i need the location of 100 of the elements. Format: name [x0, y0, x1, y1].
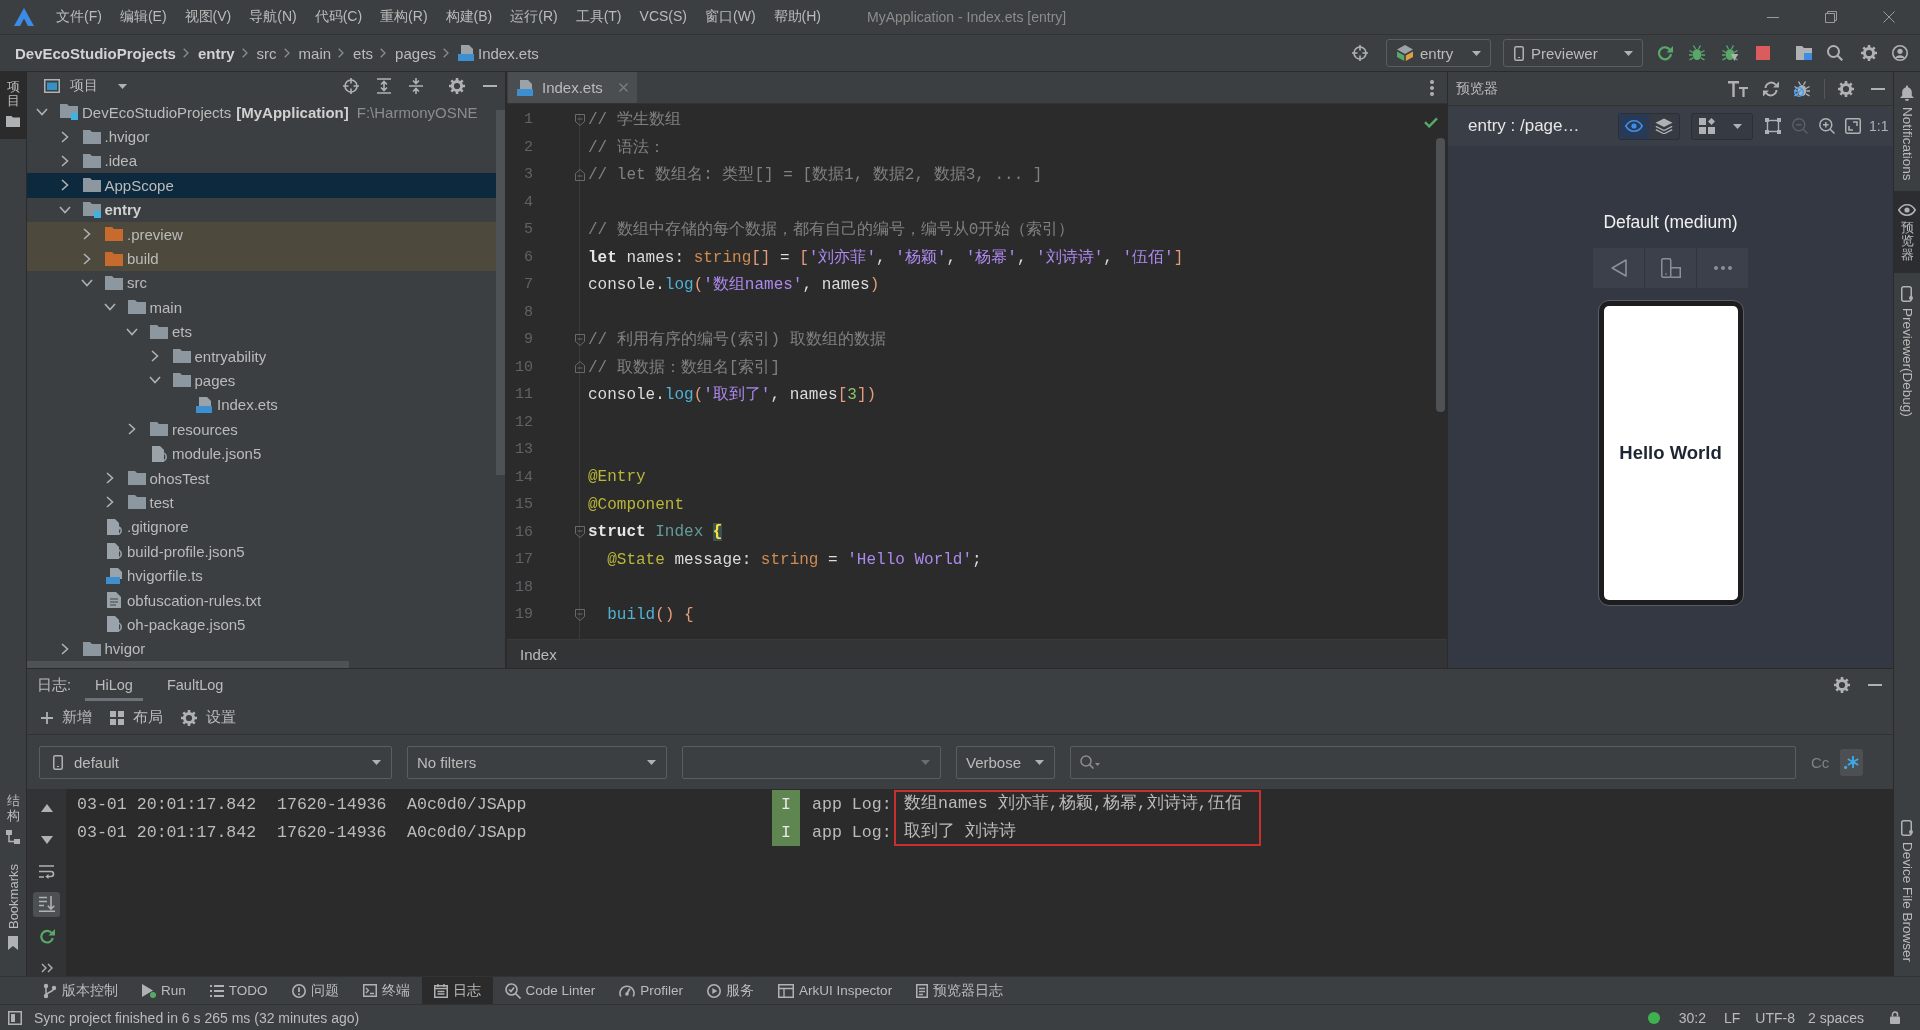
tool-window-tab[interactable]: Code Linter [492, 977, 608, 1004]
chevron-right-icon[interactable] [60, 130, 69, 143]
fold-icon[interactable] [575, 168, 585, 181]
level-dropdown[interactable]: Verbose [956, 745, 1055, 779]
search-field[interactable] [1070, 745, 1796, 779]
chevron-down-icon[interactable] [81, 278, 93, 287]
more-icon[interactable] [1430, 79, 1434, 96]
frame-icon[interactable] [1765, 118, 1781, 134]
chevron-right-icon[interactable] [150, 350, 159, 363]
fold-icon[interactable] [575, 113, 585, 126]
tree-item[interactable]: entry [27, 197, 496, 222]
refresh-icon[interactable] [1763, 80, 1779, 97]
text-size-icon[interactable] [1728, 80, 1748, 97]
tool-window-tab[interactable]: Run [130, 977, 198, 1004]
vertical-scrollbar[interactable] [1436, 138, 1445, 412]
chevron-right-icon[interactable] [83, 252, 91, 265]
tool-window-tab[interactable]: ArkUI Inspector [766, 977, 905, 1004]
chevron-down-icon[interactable] [36, 108, 48, 117]
chevron-right-icon[interactable] [83, 228, 91, 241]
tree-item[interactable]: module.json5 [27, 441, 496, 466]
tool-window-tab[interactable]: 服务 [695, 977, 767, 1004]
restore-icon[interactable] [1825, 11, 1837, 23]
log-tab[interactable]: FaultLog [156, 669, 234, 701]
tree-item[interactable]: test [27, 490, 496, 515]
fit-icon[interactable] [1845, 118, 1861, 134]
tool-window-tab[interactable]: 版本控制 [31, 977, 130, 1004]
horizontal-scrollbar[interactable] [27, 661, 349, 668]
menu-item[interactable]: 运行(R) [501, 8, 567, 26]
menu-item[interactable]: 文件(F) [47, 8, 111, 26]
tool-window-tab[interactable]: 预览器 [1894, 190, 1920, 273]
chevron-right-icon[interactable] [105, 496, 114, 509]
zoom-in-icon[interactable] [1819, 118, 1835, 134]
tree-item[interactable]: build [27, 246, 496, 271]
crosshair-icon[interactable] [1352, 45, 1368, 61]
chevron-down-icon[interactable] [148, 376, 161, 385]
breadcrumb-item[interactable]: src [256, 44, 277, 62]
expand-all-icon[interactable] [377, 78, 391, 94]
menu-item[interactable]: 帮助(H) [764, 8, 830, 26]
log-tab[interactable]: HiLog [85, 669, 143, 701]
tree-item[interactable]: AppScope [27, 173, 496, 198]
menu-item[interactable]: 构建(B) [436, 8, 502, 26]
menu-item[interactable]: 代码(C) [305, 8, 372, 26]
tool-window-tab[interactable]: Notifications [1894, 72, 1920, 191]
indent-setting[interactable]: 2 spaces [1807, 1009, 1864, 1026]
scroll-up-icon[interactable] [40, 804, 53, 812]
more-icon[interactable] [40, 963, 53, 973]
tool-window-tab[interactable]: Bookmarks [0, 855, 26, 962]
tool-window-tab[interactable]: 结构 [0, 786, 26, 856]
device-dropdown[interactable]: Previewer [1503, 39, 1643, 67]
filter-dropdown[interactable]: No filters [407, 745, 667, 779]
settings-icon[interactable] [1834, 677, 1850, 693]
panel-title[interactable]: 项目 [70, 77, 98, 95]
bug-icon[interactable] [1689, 45, 1705, 61]
log-action[interactable]: 新增 [41, 708, 92, 727]
tool-window-tab[interactable]: 项目 [0, 72, 26, 139]
chevron-right-icon[interactable] [105, 472, 114, 485]
fold-icon[interactable] [575, 608, 585, 621]
more-icon[interactable] [1713, 266, 1732, 270]
caret-icon[interactable] [1732, 123, 1742, 129]
account-icon[interactable] [1892, 45, 1908, 61]
vertical-scrollbar[interactable] [496, 110, 505, 475]
breadcrumb-item[interactable]: pages [395, 44, 436, 62]
menu-item[interactable]: 重构(R) [371, 8, 437, 26]
fold-icon[interactable] [575, 361, 585, 374]
view-mode-toggle[interactable] [1619, 113, 1649, 139]
bug-arrow-icon[interactable] [1722, 45, 1738, 61]
tool-window-tab[interactable]: 终端 [350, 977, 422, 1004]
tree-item[interactable]: src [27, 270, 496, 296]
tool-window-tab[interactable]: Device File Browser [1894, 806, 1920, 972]
search-icon[interactable] [1827, 45, 1843, 61]
back-icon[interactable] [1610, 259, 1627, 277]
menu-item[interactable]: 视图(V) [175, 8, 241, 26]
tree-item[interactable]: .gitignore [27, 514, 496, 540]
tool-window-tab[interactable]: 预览器日志 [904, 977, 1016, 1004]
grid-icon[interactable] [1699, 118, 1715, 134]
chevron-right-icon[interactable] [60, 154, 69, 167]
run-config-dropdown[interactable]: entry [1386, 39, 1491, 67]
autoscroll-toggle[interactable] [33, 891, 60, 917]
tree-item[interactable]: oh-package.json5 [27, 612, 496, 637]
chevron-down-icon[interactable] [126, 327, 138, 336]
tool-window-tab[interactable]: Previewer(Debug) [1894, 272, 1920, 427]
breadcrumb-item[interactable]: ets [353, 44, 374, 62]
device-dropdown[interactable]: default [39, 745, 392, 779]
panel-toggle-icon[interactable] [8, 1010, 22, 1025]
menu-item[interactable]: 工具(T) [566, 8, 631, 26]
breadcrumb-item[interactable]: Index.ets [478, 44, 539, 62]
fold-icon[interactable] [575, 526, 585, 539]
tool-window-tab[interactable]: 问题 [279, 977, 351, 1004]
lock-icon[interactable] [1890, 1011, 1900, 1024]
cursor-position[interactable]: 30:2 [1678, 1009, 1706, 1026]
folder-icon[interactable] [1796, 46, 1812, 60]
chevron-down-icon[interactable] [58, 205, 71, 214]
restart-icon[interactable] [38, 928, 55, 944]
tree-item[interactable]: Index.ets [27, 392, 496, 418]
page-path[interactable]: entry : /page… [1468, 116, 1618, 136]
settings-icon[interactable] [1838, 80, 1854, 97]
menu-item[interactable]: 编辑(E) [110, 8, 176, 26]
log-action[interactable]: 设置 [181, 708, 236, 727]
breadcrumb-item[interactable]: entry [197, 44, 235, 62]
tree-item[interactable]: ets [27, 319, 496, 344]
